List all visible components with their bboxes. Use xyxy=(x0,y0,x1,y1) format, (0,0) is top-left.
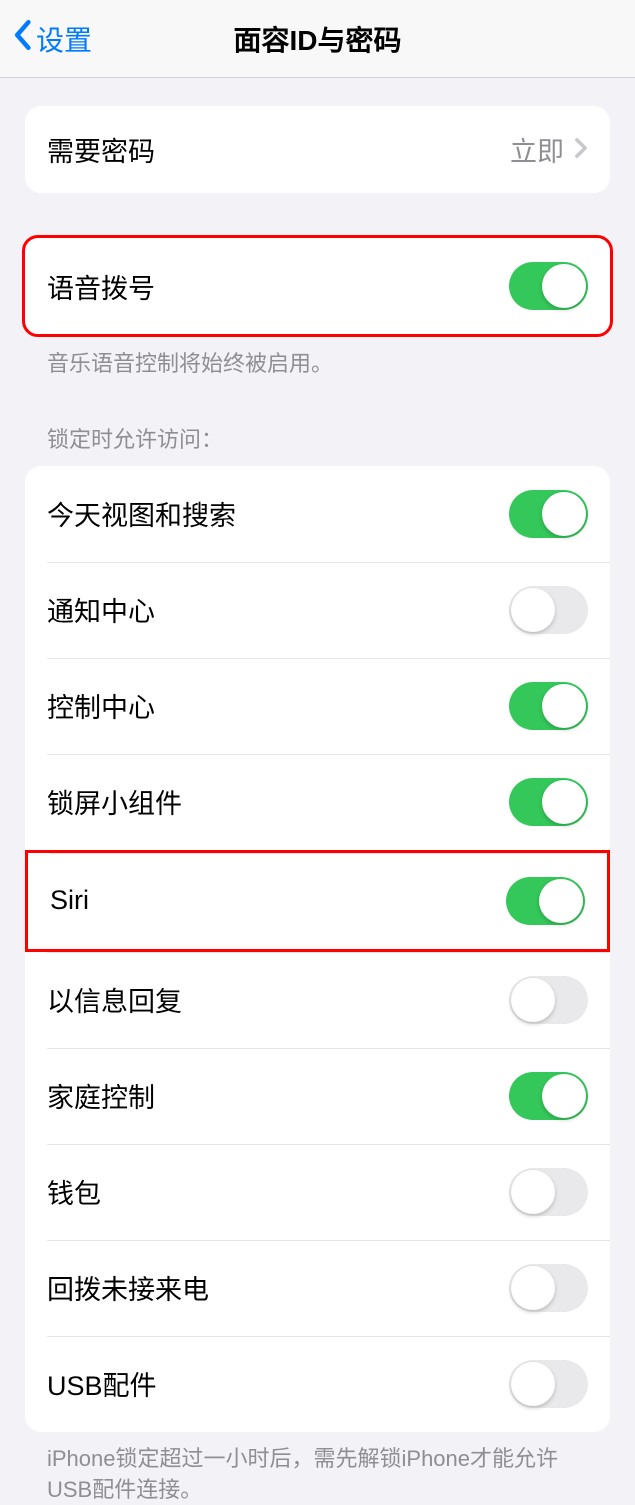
require-passcode-row[interactable]: 需要密码 立即 xyxy=(25,106,610,193)
lock-access-toggle[interactable] xyxy=(509,778,588,826)
lock-access-row: 通知中心 xyxy=(25,562,610,658)
lock-access-header: 锁定时允许访问： xyxy=(25,422,610,466)
lock-access-toggle[interactable] xyxy=(509,1264,588,1312)
voice-dial-label: 语音拨号 xyxy=(47,267,155,306)
lock-access-item-label: 今天视图和搜索 xyxy=(47,494,236,533)
require-passcode-value: 立即 xyxy=(510,130,564,169)
lock-access-footer: iPhone锁定超过一小时后，需先解锁iPhone才能允许USB配件连接。 xyxy=(25,1432,610,1505)
lock-access-row: 控制中心 xyxy=(25,658,610,754)
lock-access-item-label: 钱包 xyxy=(47,1172,101,1211)
lock-access-item-label: 控制中心 xyxy=(47,686,155,725)
lock-access-row: 钱包 xyxy=(25,1144,610,1240)
lock-access-row: Siri xyxy=(25,850,610,952)
require-passcode-group: 需要密码 立即 xyxy=(25,106,610,193)
lock-access-toggle[interactable] xyxy=(509,1072,588,1120)
lock-access-toggle[interactable] xyxy=(509,976,588,1024)
voice-dial-toggle[interactable] xyxy=(509,262,588,310)
page-title: 面容ID与密码 xyxy=(233,19,401,59)
back-button[interactable]: 设置 xyxy=(0,18,92,60)
navigation-header: 设置 面容ID与密码 xyxy=(0,0,635,78)
lock-access-row: 家庭控制 xyxy=(25,1048,610,1144)
lock-access-toggle[interactable] xyxy=(509,490,588,538)
lock-access-item-label: 锁屏小组件 xyxy=(47,782,182,821)
chevron-left-icon xyxy=(12,18,32,60)
lock-access-toggle[interactable] xyxy=(509,682,588,730)
back-label: 设置 xyxy=(36,19,92,59)
lock-access-row: 今天视图和搜索 xyxy=(25,466,610,562)
lock-access-group: 今天视图和搜索通知中心控制中心锁屏小组件 Siri 以信息回复家庭控制钱包回拨未接来… xyxy=(25,466,610,1432)
voice-dial-footer: 音乐语音控制将始终被启用。 xyxy=(25,337,610,380)
lock-access-item-label: 通知中心 xyxy=(47,590,155,629)
lock-access-item-label: Siri xyxy=(50,885,89,916)
lock-access-toggle[interactable] xyxy=(509,1168,588,1216)
lock-access-row: USB配件 xyxy=(25,1336,610,1432)
require-passcode-label: 需要密码 xyxy=(47,130,155,169)
lock-access-item-label: 以信息回复 xyxy=(47,980,182,1019)
voice-dial-row: 语音拨号 xyxy=(25,238,610,334)
lock-access-toggle[interactable] xyxy=(506,877,585,925)
lock-access-row: 回拨未接来电 xyxy=(25,1240,610,1336)
lock-access-toggle[interactable] xyxy=(509,586,588,634)
lock-access-item-label: USB配件 xyxy=(47,1364,157,1403)
lock-access-row: 锁屏小组件 xyxy=(25,754,610,850)
voice-dial-group: 语音拨号 xyxy=(22,235,613,337)
chevron-right-icon xyxy=(574,134,588,166)
lock-access-item-label: 回拨未接来电 xyxy=(47,1268,209,1307)
lock-access-toggle[interactable] xyxy=(509,1360,588,1408)
lock-access-item-label: 家庭控制 xyxy=(47,1076,155,1115)
lock-access-row: 以信息回复 xyxy=(25,952,610,1048)
